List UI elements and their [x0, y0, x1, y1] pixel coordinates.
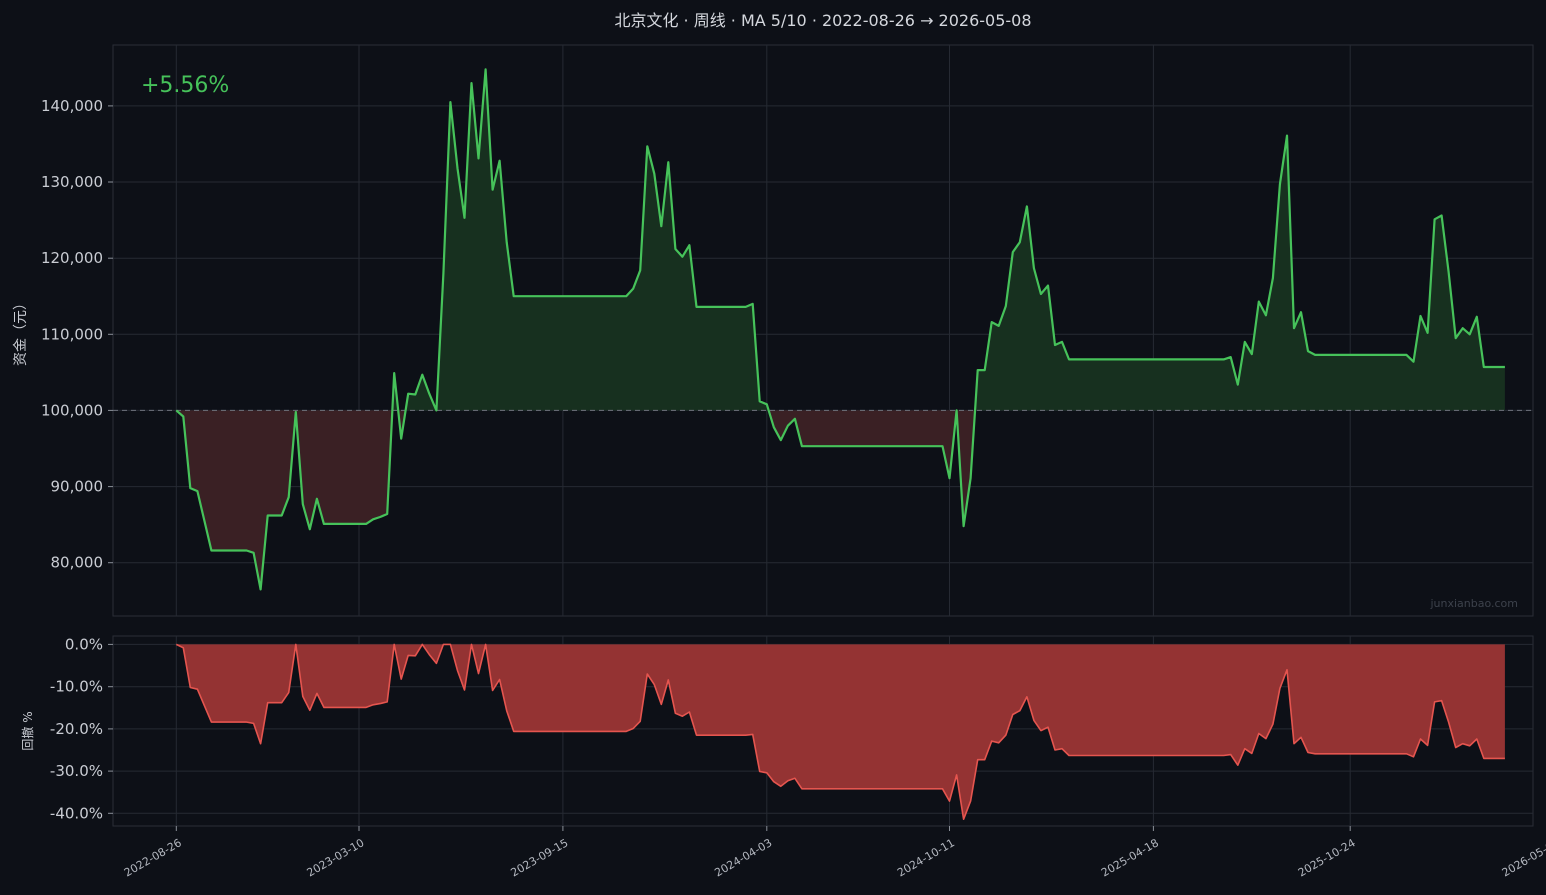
watermark: junxianbao.com: [1429, 597, 1518, 610]
backtest-chart: 北京文化 · 周线 · MA 5/10 · 2022-08-26 → 2026-…: [0, 0, 1546, 895]
drawdown-y-tick-label: 0.0%: [65, 635, 103, 653]
drawdown-panel: 0.0% -10.0% -20.0% -30.0% -40.0% 回撤 %: [20, 635, 1534, 827]
drawdown-y-tick-label: -40.0%: [50, 804, 103, 822]
equity-plot-area: [112, 44, 1534, 617]
drawdown-y-axis-label: 回撤 %: [20, 711, 35, 750]
equity-y-axis-label: 资金（元）: [13, 296, 29, 366]
equity-y-tick-label: 140,000: [41, 97, 103, 115]
drawdown-y-tick-label: -30.0%: [50, 762, 103, 780]
equity-y-tick-label: 120,000: [41, 249, 103, 267]
drawdown-y-tick-label: -10.0%: [50, 678, 103, 696]
total-return-label: +5.56%: [141, 73, 229, 98]
equity-y-tick-label: 80,000: [51, 554, 104, 572]
equity-y-tick-label: 90,000: [51, 478, 104, 496]
chart-title: 北京文化 · 周线 · MA 5/10 · 2022-08-26 → 2026-…: [614, 11, 1031, 30]
drawdown-y-tick-label: -20.0%: [50, 720, 103, 738]
equity-y-tick-label: 130,000: [41, 173, 103, 191]
equity-y-tick-label: 100,000: [41, 401, 103, 419]
equity-y-tick-label: 110,000: [41, 325, 103, 343]
equity-panel: 80,000 90,000 100,000 110,000 120,000 130,000…: [13, 44, 1534, 617]
